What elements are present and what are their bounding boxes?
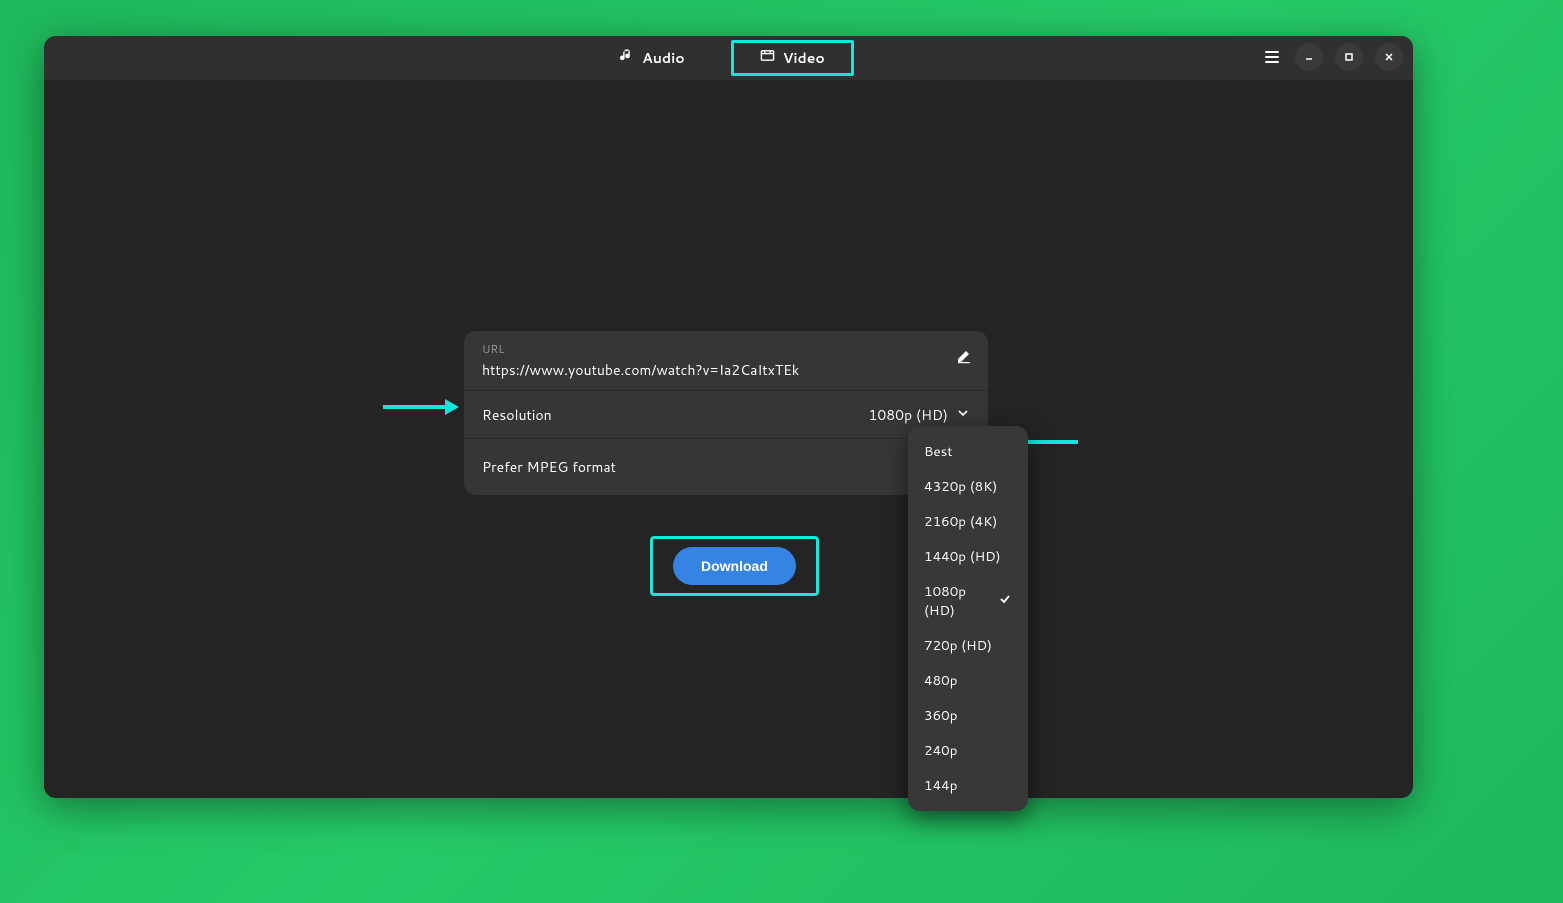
music-note-icon xyxy=(619,48,634,68)
tab-video[interactable]: Video xyxy=(731,40,854,76)
resolution-option-label: 144p xyxy=(924,776,957,795)
maximize-button[interactable] xyxy=(1335,43,1363,71)
resolution-option-label: 240p xyxy=(924,741,957,760)
resolution-option-label: 2160p (4K) xyxy=(924,512,997,531)
resolution-option[interactable]: 720p (HD) xyxy=(908,628,1028,663)
minimize-icon xyxy=(1303,51,1315,63)
pencil-icon xyxy=(956,348,972,364)
resolution-option[interactable]: 360p xyxy=(908,698,1028,733)
resolution-label: Resolution xyxy=(482,405,869,425)
resolution-option[interactable]: 144p xyxy=(908,768,1028,803)
download-button-highlight: Download xyxy=(650,536,819,596)
resolution-option[interactable]: 480p xyxy=(908,663,1028,698)
resolution-option-label: 4320p (8K) xyxy=(924,477,997,496)
resolution-option[interactable]: 1440p (HD) xyxy=(908,539,1028,574)
video-icon xyxy=(760,48,775,68)
close-icon xyxy=(1383,51,1395,63)
edit-url-button[interactable] xyxy=(956,347,972,370)
url-field-label: URL xyxy=(482,341,504,357)
window-controls xyxy=(1261,43,1403,71)
url-field-value: https://www.youtube.com/watch?v=Ia2CaItx… xyxy=(482,360,799,380)
close-button[interactable] xyxy=(1375,43,1403,71)
resolution-option-label: Best xyxy=(924,442,952,461)
resolution-option[interactable]: 1080p (HD) xyxy=(908,574,1028,628)
content-area: URL https://www.youtube.com/watch?v=Ia2C… xyxy=(44,80,1413,798)
tab-audio[interactable]: Audio xyxy=(603,42,701,74)
resolution-option[interactable]: 4320p (8K) xyxy=(908,469,1028,504)
tab-video-label: Video xyxy=(783,48,825,68)
resolution-option[interactable]: 240p xyxy=(908,733,1028,768)
tabs-container: Audio Video xyxy=(603,40,854,76)
titlebar: Audio Video xyxy=(44,36,1413,80)
resolution-option-label: 360p xyxy=(924,706,957,725)
url-row[interactable]: URL https://www.youtube.com/watch?v=Ia2C… xyxy=(464,331,988,391)
resolution-value: 1080p (HD) xyxy=(869,405,948,425)
mpeg-label: Prefer MPEG format xyxy=(482,457,970,477)
app-window: Audio Video xyxy=(44,36,1413,798)
minimize-button[interactable] xyxy=(1295,43,1323,71)
resolution-option-label: 1440p (HD) xyxy=(924,547,1001,566)
download-button[interactable]: Download xyxy=(673,547,796,585)
resolution-option-label: 480p xyxy=(924,671,957,690)
annotation-arrow-url xyxy=(383,405,445,409)
resolution-dropdown: Best 4320p (8K) 2160p (4K) 1440p (HD) 1080p … xyxy=(908,426,1028,811)
resolution-option-label: 1080p (HD) xyxy=(924,582,998,620)
resolution-option[interactable]: 2160p (4K) xyxy=(908,504,1028,539)
maximize-icon xyxy=(1343,51,1355,63)
hamburger-menu-button[interactable] xyxy=(1261,46,1283,68)
chevron-down-icon xyxy=(956,403,970,426)
resolution-option[interactable]: Best xyxy=(908,434,1028,469)
resolution-option-label: 720p (HD) xyxy=(924,636,992,655)
tab-audio-label: Audio xyxy=(642,48,685,68)
check-icon xyxy=(998,592,1012,611)
